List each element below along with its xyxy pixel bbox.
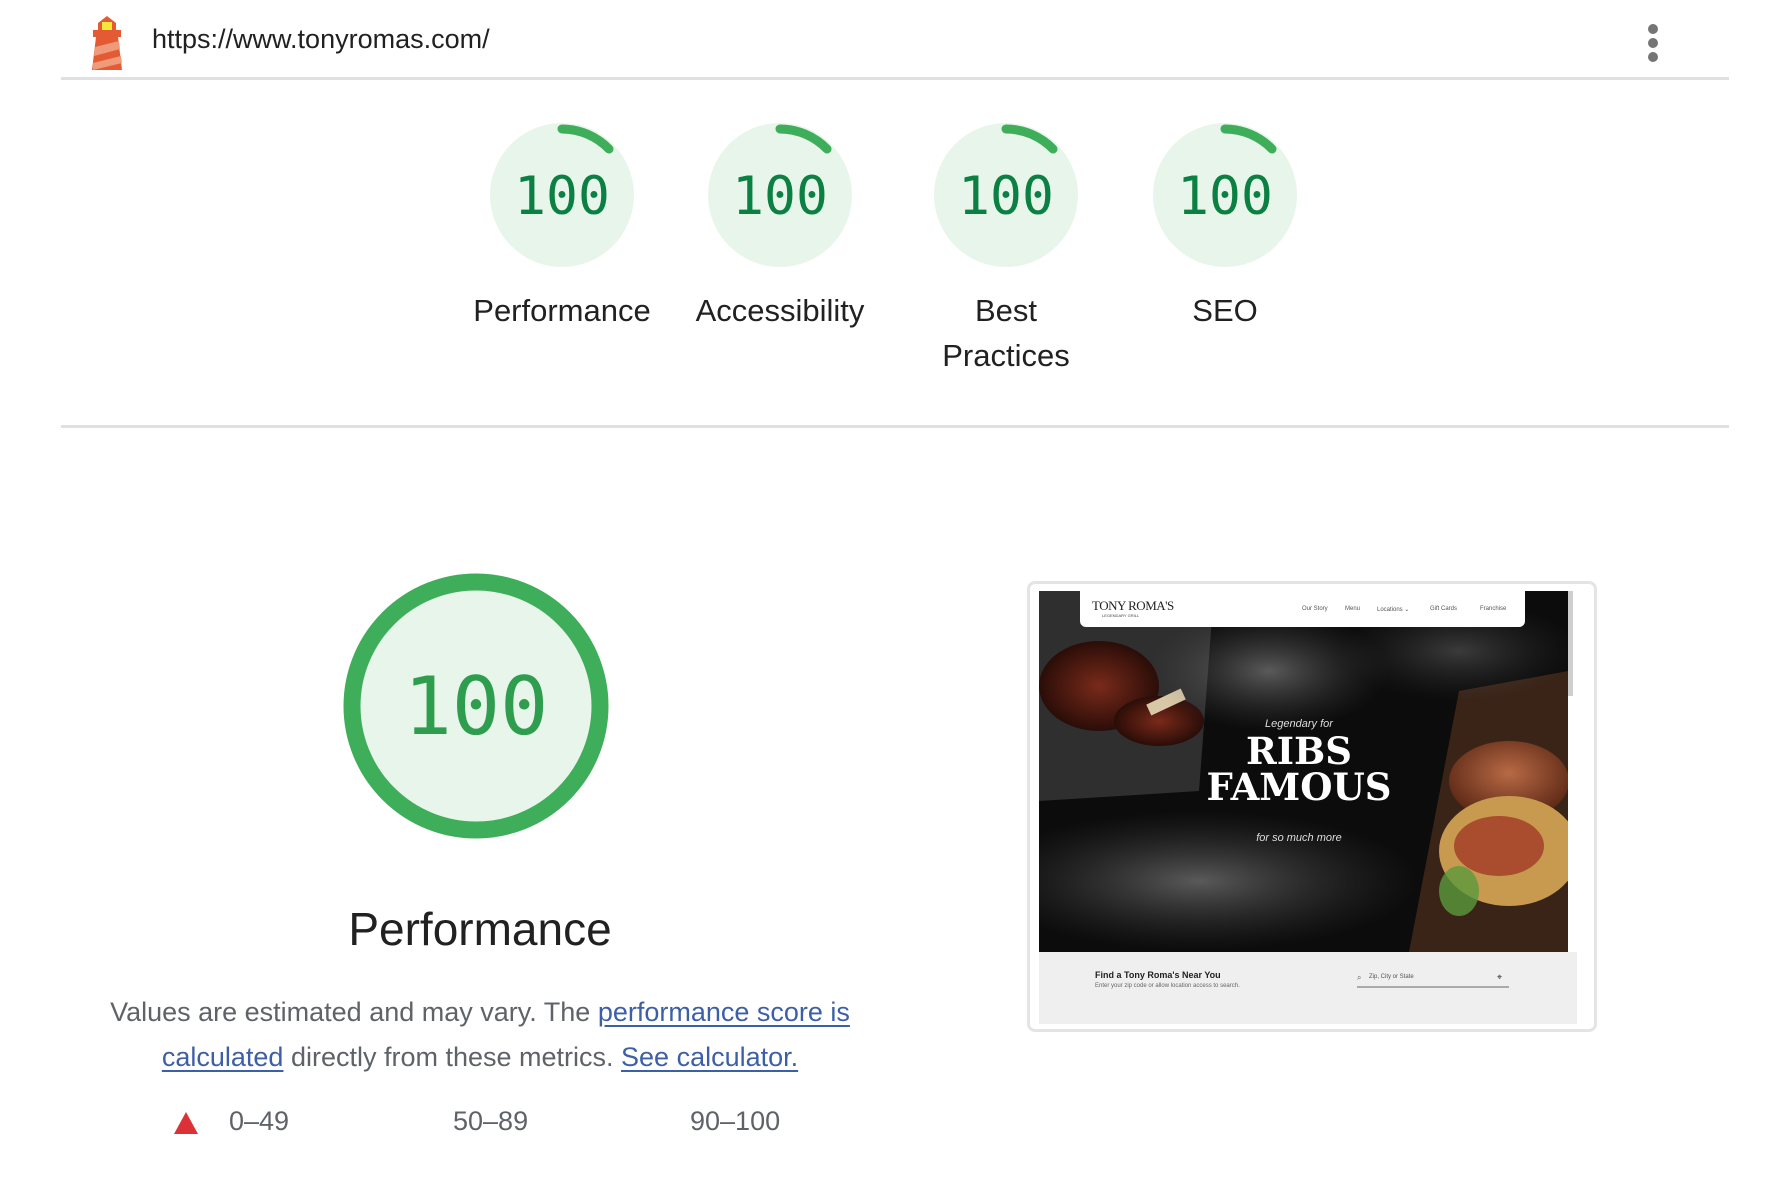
see-calculator-link[interactable]: See calculator.: [621, 1042, 798, 1072]
hero-headline-1: RIBS: [1179, 733, 1419, 769]
triangle-fail-icon: [173, 1111, 199, 1135]
finder-title: Find a Tony Roma's Near You: [1095, 970, 1221, 980]
page-url: https://www.tonyromas.com/: [152, 24, 490, 55]
screenshot-scrollbar: [1568, 591, 1573, 696]
score-ring: 100: [931, 120, 1081, 270]
site-nav-our-story: Our Story: [1302, 606, 1328, 612]
gauge-performance[interactable]: 100 Performance: [472, 120, 652, 333]
screenshot-location-finder: Find a Tony Roma's Near You Enter your z…: [1039, 952, 1577, 1024]
description-text: directly from these metrics.: [283, 1042, 621, 1072]
gauge-score: 100: [1177, 166, 1273, 227]
gauge-accessibility[interactable]: 100 Accessibility: [690, 120, 870, 333]
gauge-label: Performance: [472, 288, 652, 333]
gauge-score: 100: [732, 166, 828, 227]
finder-placeholder: Zip, City or State: [1369, 974, 1414, 980]
hero-headline-2: FAMOUS: [1179, 769, 1419, 805]
search-icon: ⌕: [1357, 973, 1361, 983]
site-brand-sub: LEGENDARY GRILL: [1102, 613, 1139, 618]
gauge-label: Best Practices: [941, 288, 1071, 378]
performance-score-gauge: 100: [336, 566, 616, 846]
locate-icon: ⌖: [1497, 972, 1502, 983]
description-text: Values are estimated and may vary. The: [110, 997, 598, 1027]
site-brand-logo: TONY ROMA'S: [1092, 598, 1174, 614]
legend-pass-range: 90–100: [690, 1106, 780, 1137]
gauge-score: 100: [958, 166, 1054, 227]
section-divider: [61, 425, 1729, 428]
site-nav-locations: Locations ⌄: [1377, 606, 1409, 613]
header-divider: [61, 77, 1729, 80]
performance-score: 100: [404, 660, 549, 753]
performance-title: Performance: [180, 902, 780, 956]
gauge-score: 100: [514, 166, 610, 227]
site-navbar: TONY ROMA'S LEGENDARY GRILL Our Story Me…: [1080, 591, 1525, 627]
site-nav-franchise: Franchise: [1480, 606, 1506, 612]
legend-average-range: 50–89: [453, 1106, 528, 1137]
kebab-menu-icon[interactable]: [1640, 22, 1666, 64]
finder-subtitle: Enter your zip code or allow location ac…: [1095, 983, 1240, 989]
score-ring: 100: [487, 120, 637, 270]
score-ring: 100: [705, 120, 855, 270]
hero-tagline: for so much more: [1199, 832, 1399, 844]
gauge-best-practices[interactable]: 100 Best Practices: [916, 120, 1096, 378]
performance-description: Values are estimated and may vary. The p…: [100, 990, 860, 1080]
lighthouse-icon: [86, 14, 128, 72]
finder-search-field: ⌕ Zip, City or State ⌖: [1357, 972, 1509, 988]
score-ring: 100: [1150, 120, 1300, 270]
gauge-seo[interactable]: 100 SEO: [1135, 120, 1315, 333]
gauge-label: Accessibility: [690, 288, 870, 333]
gauge-label: SEO: [1135, 288, 1315, 333]
screenshot-hero-image: TONY ROMA'S LEGENDARY GRILL Our Story Me…: [1039, 591, 1568, 952]
site-nav-menu: Menu: [1345, 606, 1360, 612]
legend-fail-range: 0–49: [229, 1106, 289, 1137]
site-nav-gift-cards: Gift Cards: [1430, 606, 1457, 612]
